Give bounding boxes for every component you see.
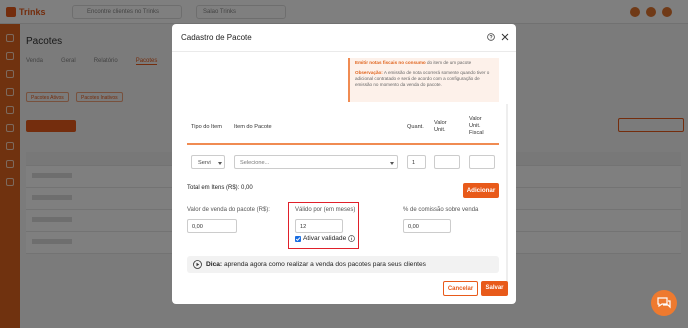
chevron-down-icon (218, 162, 222, 165)
validity-months-input[interactable]: 12 (295, 219, 343, 233)
help-icon[interactable] (487, 33, 495, 41)
chat-button[interactable] (651, 290, 677, 316)
tip-text: Dica: aprenda agora como realizar a vend… (206, 261, 426, 268)
enable-validity-label[interactable]: Ativar validade (303, 235, 346, 242)
chat-bubble-icon (657, 297, 671, 309)
col-quant: Quant. (407, 124, 424, 130)
quantity-input[interactable]: 1 (407, 155, 426, 169)
package-item-select[interactable]: Selecione... (234, 155, 398, 169)
col-valor-unit: Valor Unit. (434, 120, 447, 133)
validity-label: Válido por (em meses) (295, 207, 356, 213)
checkmark-icon (295, 237, 301, 242)
notice-line-1: Emitir notas fiscais no consumo do item … (355, 60, 472, 65)
modal-divider (172, 51, 516, 52)
add-item-button[interactable]: Adicionar (463, 183, 499, 198)
package-item-placeholder: Selecione... (240, 160, 270, 166)
package-modal: Cadastro de Pacote Emitir notas fiscais … (172, 24, 516, 304)
total-items: Total em Itens (R$): 0,00 (187, 185, 253, 191)
fiscal-notice: Emitir notas fiscais no consumo do item … (348, 58, 499, 102)
enable-validity-checkbox[interactable] (295, 236, 301, 242)
col-item-pacote: Item do Pacote (234, 124, 272, 130)
commission-label: % de comissão sobre venda (403, 207, 479, 213)
col-tipo-item: Tipo do Item (191, 124, 222, 130)
modal-title: Cadastro de Pacote (181, 33, 252, 42)
tip-banner[interactable]: Dica: aprenda agora como realizar a vend… (187, 256, 499, 273)
notice-observation: Observação: A emissão de nota ocorrerá s… (355, 70, 490, 87)
item-type-value: Servi (198, 160, 211, 166)
commission-input[interactable]: 0,00 (403, 219, 451, 233)
play-icon (193, 260, 202, 269)
save-button[interactable]: Salvar (481, 281, 508, 296)
unit-value-input[interactable] (434, 155, 460, 169)
info-icon[interactable] (348, 235, 355, 242)
fiscal-value-input[interactable] (469, 155, 495, 169)
sale-value-label: Valor de venda do pacote (R$): (187, 207, 270, 213)
cancel-button[interactable]: Cancelar (443, 281, 478, 296)
sale-value-input[interactable]: 0,00 (187, 219, 237, 233)
modal-scrollbar[interactable] (506, 104, 508, 294)
chevron-down-icon (390, 162, 394, 165)
table-header-line (187, 143, 499, 145)
item-type-select[interactable]: Servi (191, 155, 225, 169)
col-valor-fiscal: Valor Unit. Fiscal (469, 116, 484, 136)
close-icon[interactable] (501, 33, 509, 41)
